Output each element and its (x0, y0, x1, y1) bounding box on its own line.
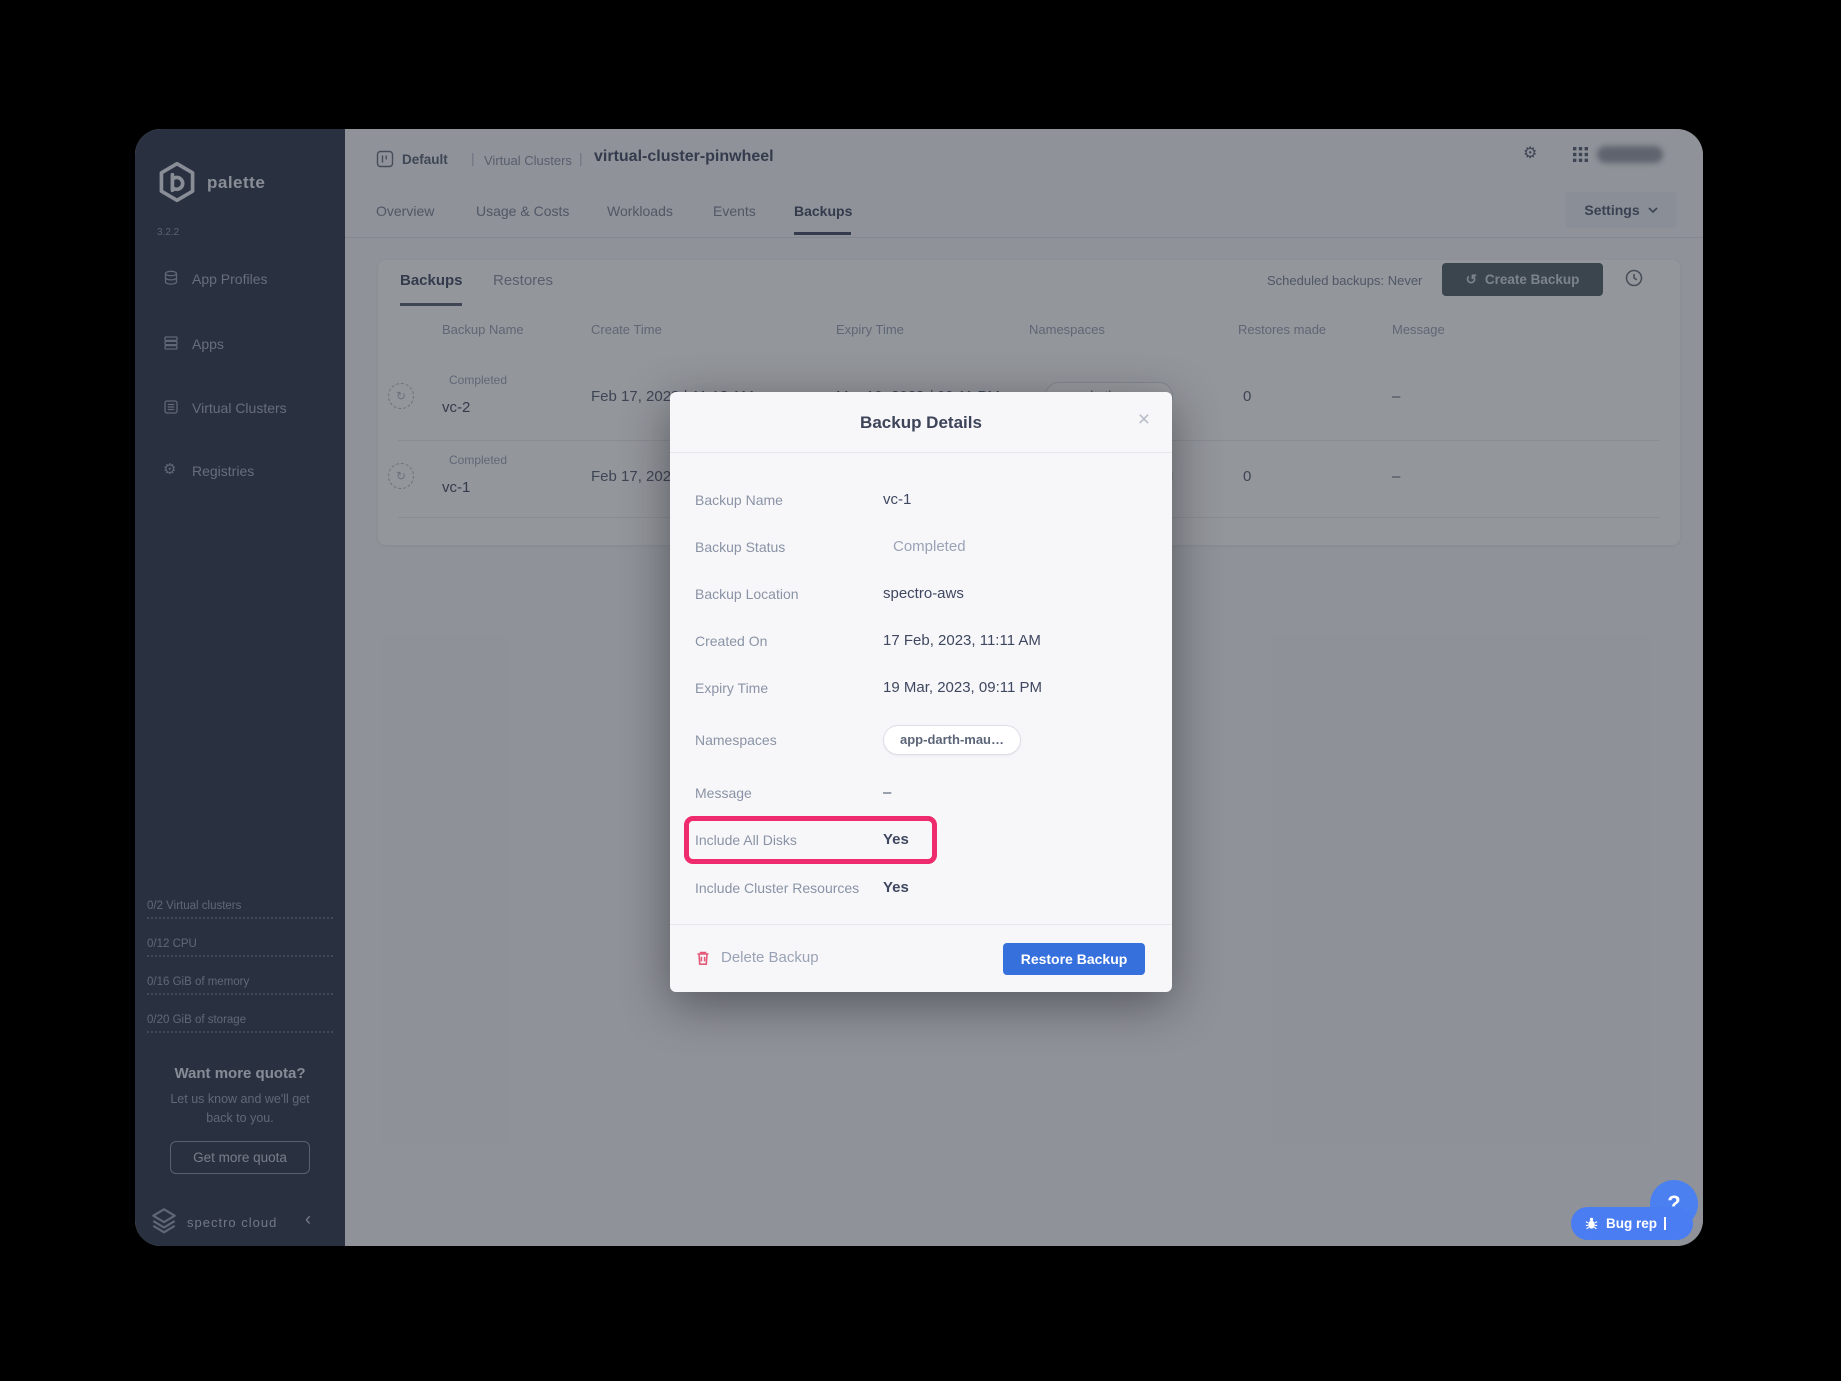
bug-report-label: Bug rep (1606, 1216, 1657, 1231)
field-value: vc-1 (883, 491, 911, 508)
text-cursor (1664, 1217, 1666, 1230)
backup-details-modal: Backup Details × Backup Name vc-1 Backup… (670, 392, 1172, 992)
field-message: Message – (695, 785, 1147, 807)
field-backup-name: Backup Name vc-1 (695, 492, 1147, 514)
field-value: Yes (883, 879, 909, 896)
field-label: Expiry Time (695, 680, 768, 696)
field-value: spectro-aws (883, 585, 964, 602)
field-expiry-time: Expiry Time 19 Mar, 2023, 09:11 PM (695, 680, 1147, 702)
field-value: 19 Mar, 2023, 09:11 PM (883, 679, 1042, 696)
field-value: Completed (893, 538, 966, 555)
field-label: Include Cluster Resources (695, 880, 859, 896)
field-label: Backup Location (695, 586, 799, 602)
delete-backup-button[interactable]: Delete Backup (695, 949, 819, 966)
field-label: Created On (695, 633, 767, 649)
bug-icon (1584, 1216, 1599, 1231)
bug-report-button[interactable]: Bug rep (1571, 1207, 1693, 1240)
field-value: 17 Feb, 2023, 11:11 AM (883, 632, 1041, 649)
field-label: Namespaces (695, 732, 777, 748)
field-label: Backup Status (695, 539, 785, 555)
field-created-on: Created On 17 Feb, 2023, 11:11 AM (695, 633, 1147, 655)
field-value: Yes (883, 831, 909, 848)
field-value: – (883, 784, 891, 801)
field-backup-status: Backup Status Completed (695, 539, 1147, 561)
field-label: Message (695, 785, 752, 801)
field-label: Include All Disks (695, 832, 797, 848)
modal-header: Backup Details × (670, 392, 1172, 453)
delete-backup-label: Delete Backup (721, 949, 819, 966)
trash-icon (695, 950, 711, 966)
close-icon[interactable]: × (1138, 409, 1150, 430)
namespace-pill: app-darth-mau… (883, 725, 1021, 755)
field-include-cluster-resources: Include Cluster Resources Yes (695, 880, 1147, 902)
modal-footer: Delete Backup Restore Backup (670, 924, 1172, 992)
restore-backup-button[interactable]: Restore Backup (1003, 943, 1145, 975)
field-label: Backup Name (695, 492, 783, 508)
app-window: palette 3.2.2 App Profiles Apps (135, 129, 1703, 1246)
modal-title: Backup Details (670, 392, 1172, 453)
field-include-all-disks: Include All Disks Yes (695, 832, 1147, 854)
field-backup-location: Backup Location spectro-aws (695, 586, 1147, 608)
